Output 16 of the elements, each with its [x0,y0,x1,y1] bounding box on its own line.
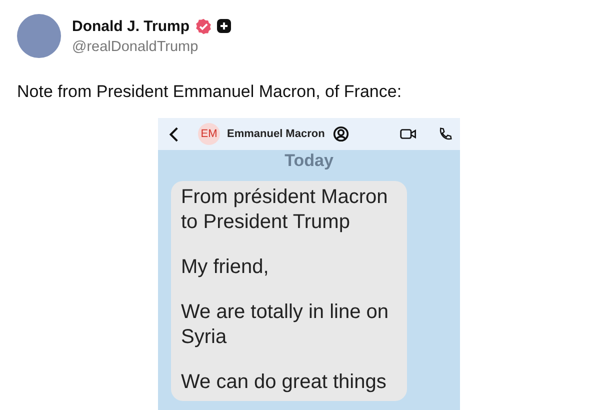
day-label: Today [284,150,334,172]
message-text: From président Macron to President Trump [181,185,389,235]
contact-initials-avatar[interactable]: EM [198,123,220,145]
post-text: Note from President Emmanuel Macron, of France: [17,82,403,102]
person-circle-icon[interactable] [332,126,350,142]
message-text: We are totally in line on Syria [181,300,390,350]
author-name[interactable]: Donald J. Trump [72,18,190,34]
message-text: My friend, [181,255,270,280]
avatar-placeholder[interactable] [17,14,61,58]
author-handle[interactable]: @realDonaldTrump [72,38,231,54]
video-camera-icon[interactable] [400,128,417,140]
contact-name[interactable]: Emmanuel Macron [227,128,325,140]
plus-badge-icon [216,19,231,33]
phone-icon[interactable] [438,127,452,141]
message-text: We can do great things [181,370,388,395]
back-chevron-icon[interactable] [168,126,179,142]
